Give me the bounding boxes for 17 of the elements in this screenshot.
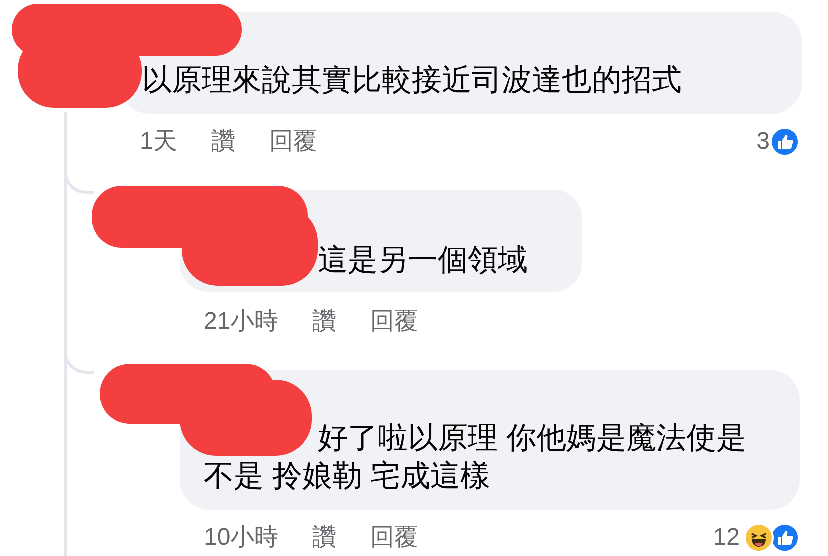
reply-link[interactable]: 回覆: [370, 520, 419, 556]
reply-text: 好了啦以原理 你他媽是魔法使是不是 拎娘勒 宅成這樣: [204, 421, 748, 495]
laughing-face-icon: [744, 523, 774, 553]
reaction-count[interactable]: 3: [756, 124, 770, 160]
like-link[interactable]: 讚: [312, 304, 337, 340]
reply-link[interactable]: 回覆: [370, 304, 419, 340]
comment-text: 以原理來說其實比較接近司波達也的招式: [142, 64, 682, 97]
timestamp: 10小時: [204, 523, 279, 553]
thumbs-up-icon: [770, 523, 800, 553]
reaction-count[interactable]: 12: [713, 520, 740, 556]
reply-link[interactable]: 回覆: [269, 124, 318, 160]
like-link[interactable]: 讚: [312, 520, 337, 556]
thumbs-up-icon: [770, 127, 800, 157]
reply-text: 這是另一個領域: [318, 244, 528, 277]
timestamp: 1天: [140, 127, 178, 157]
like-link[interactable]: 讚: [211, 124, 236, 160]
timestamp: 21小時: [204, 307, 279, 337]
